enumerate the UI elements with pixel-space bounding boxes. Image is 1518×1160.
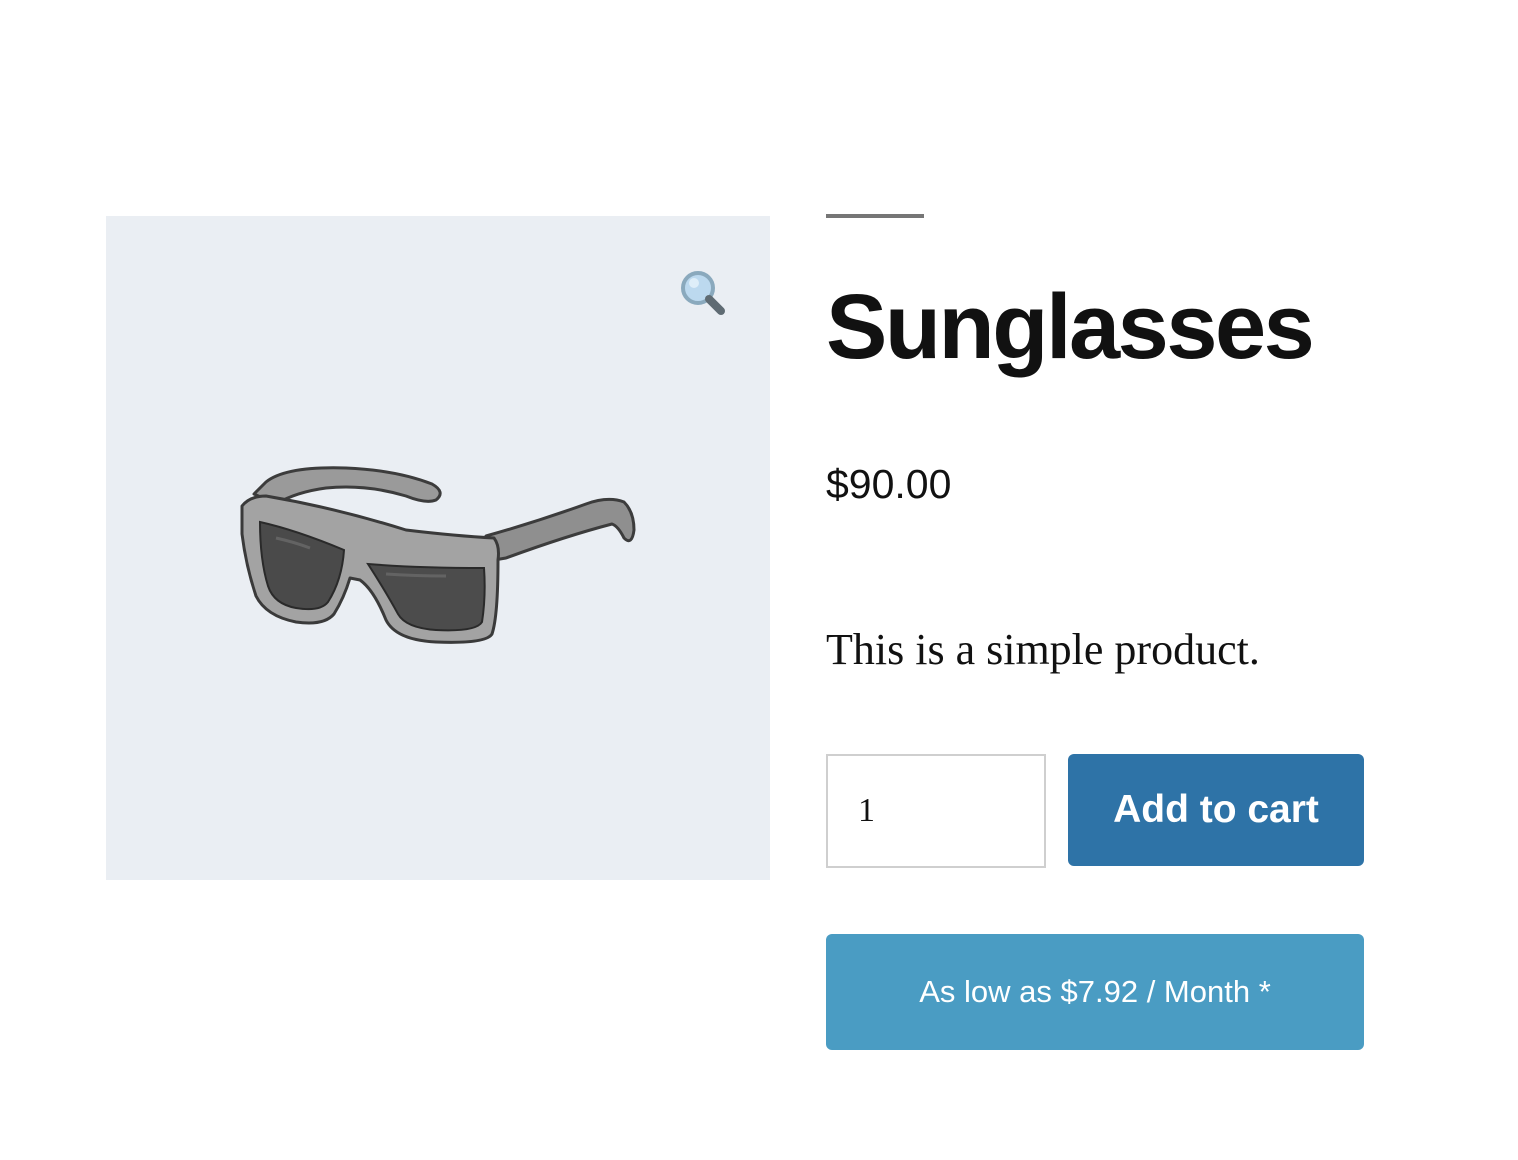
product-gallery (106, 216, 770, 880)
add-to-cart-button[interactable]: Add to cart (1068, 754, 1364, 866)
product-price: $90.00 (826, 461, 952, 507)
product-title: Sunglasses (826, 276, 1315, 378)
financing-button[interactable]: As low as $7.92 / Month * (826, 934, 1364, 1050)
product-description: This is a simple product. (826, 625, 1260, 674)
sunglasses-product-image[interactable] (236, 456, 646, 656)
title-divider (826, 214, 924, 218)
magnifying-glass-icon[interactable] (678, 268, 728, 320)
quantity-input[interactable] (826, 754, 1046, 868)
